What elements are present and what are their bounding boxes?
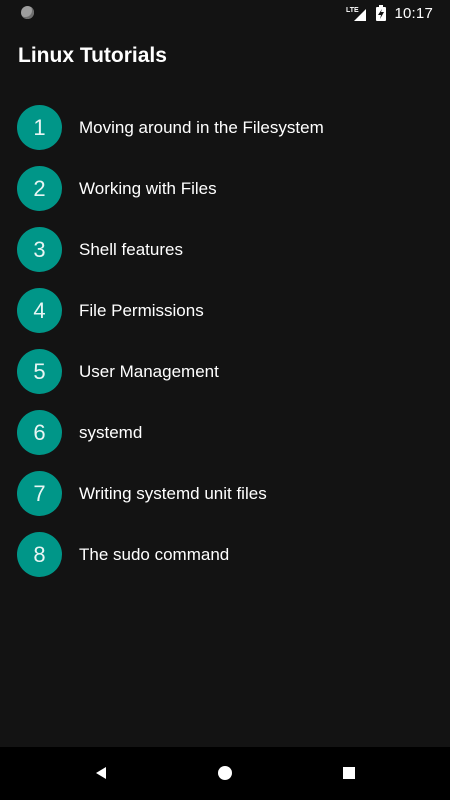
status-bar: LTE 10:17 <box>0 0 450 26</box>
back-icon[interactable] <box>91 763 111 783</box>
tutorial-title: Writing systemd unit files <box>79 483 267 503</box>
tutorial-title: Working with Files <box>79 178 217 198</box>
number-badge: 1 <box>17 105 62 150</box>
number-badge: 4 <box>17 288 62 333</box>
number-badge: 3 <box>17 227 62 272</box>
list-item[interactable]: 4 File Permissions <box>0 280 450 341</box>
number-badge: 8 <box>17 532 62 577</box>
recents-icon[interactable] <box>339 763 359 783</box>
list-item[interactable]: 6 systemd <box>0 402 450 463</box>
number-badge: 7 <box>17 471 62 516</box>
tutorial-title: The sudo command <box>79 544 230 564</box>
list-item[interactable]: 2 Working with Files <box>0 158 450 219</box>
list-item[interactable]: 1 Moving around in the Filesystem <box>0 97 450 158</box>
list-item[interactable]: 7 Writing systemd unit files <box>0 463 450 524</box>
status-clock: 10:17 <box>394 4 433 22</box>
home-icon[interactable] <box>215 763 235 783</box>
number-badge: 2 <box>17 166 62 211</box>
page-title: Linux Tutorials <box>18 44 167 67</box>
navigation-bar <box>0 747 450 800</box>
tutorial-title: Moving around in the Filesystem <box>79 117 324 137</box>
number-badge: 6 <box>17 410 62 455</box>
tutorial-title: User Management <box>79 361 219 381</box>
list-item[interactable]: 3 Shell features <box>0 219 450 280</box>
svg-text:LTE: LTE <box>346 7 359 14</box>
tutorial-title: systemd <box>79 422 143 442</box>
battery-charging-icon <box>376 5 387 21</box>
tutorial-list: 1 Moving around in the Filesystem 2 Working… <box>0 97 450 585</box>
status-icons: LTE 10:17 <box>346 0 433 26</box>
lte-signal-icon: LTE <box>346 4 368 22</box>
number-badge: 5 <box>17 349 62 394</box>
list-item[interactable]: 8 The sudo command <box>0 524 450 585</box>
tutorial-title: File Permissions <box>79 300 204 320</box>
list-item[interactable]: 5 User Management <box>0 341 450 402</box>
notification-dot-icon <box>21 6 34 19</box>
tutorial-title: Shell features <box>79 239 183 259</box>
